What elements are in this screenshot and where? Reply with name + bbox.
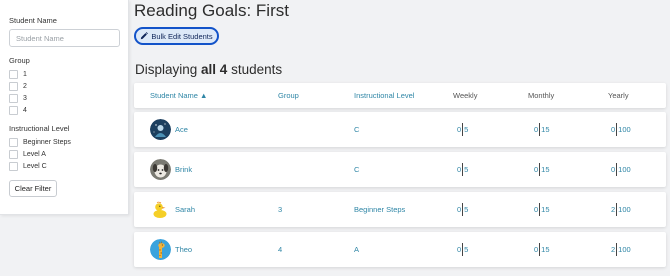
level-filter-option-level-a[interactable]: Level A xyxy=(9,149,46,159)
monthly-progress: 0 15 xyxy=(534,242,550,257)
checkbox[interactable] xyxy=(9,137,18,147)
student-name-link[interactable]: Sarah xyxy=(175,205,195,214)
monthly-done: 0 xyxy=(534,205,539,214)
duck-avatar-icon xyxy=(150,199,171,220)
group-filter-option-3[interactable]: 3 xyxy=(9,93,27,103)
sort-student-name-header[interactable]: Student Name ▲ xyxy=(150,91,207,100)
level-filter-option-level-c[interactable]: Level C xyxy=(9,161,47,171)
checkbox[interactable] xyxy=(9,105,18,115)
group-option-label: 2 xyxy=(23,82,27,90)
weekly-done: 0 xyxy=(457,205,462,214)
space-avatar-icon xyxy=(150,119,171,140)
filter-sidebar: Student Name Group 1 2 3 4 Instructional… xyxy=(0,0,129,215)
student-name-link[interactable]: Ace xyxy=(175,125,188,134)
checkbox[interactable] xyxy=(9,93,18,103)
student-name-filter-label: Student Name xyxy=(9,16,57,25)
table-header: Student Name ▲ Group Instructional Level… xyxy=(134,83,666,108)
monthly-done: 0 xyxy=(534,165,539,174)
yearly-done: 0 xyxy=(611,165,616,174)
yearly-goal: 100 xyxy=(618,125,631,134)
weekly-progress: 05 xyxy=(457,122,468,137)
checkbox[interactable] xyxy=(9,149,18,159)
instructional-level-filter-label: Instructional Level xyxy=(9,124,70,133)
group-filter-option-4[interactable]: 4 xyxy=(9,105,27,115)
level-option-label: Level C xyxy=(23,162,47,170)
monthly-header: Monthly xyxy=(528,91,555,100)
weekly-goal: 5 xyxy=(464,205,469,214)
yearly-progress: 2 100 xyxy=(611,202,631,217)
yearly-done: 2 xyxy=(611,205,616,214)
monthly-done: 0 xyxy=(534,245,539,254)
student-name-link[interactable]: Theo xyxy=(175,245,192,254)
dog-avatar-icon xyxy=(150,159,171,180)
yearly-done: 2 xyxy=(611,245,616,254)
yearly-done: 0 xyxy=(611,125,616,134)
monthly-progress: 0 15 xyxy=(534,122,550,137)
level-option-label: Beginner Steps xyxy=(23,138,71,146)
monthly-goal: 15 xyxy=(541,165,550,174)
table-row[interactable]: Sarah 3 Beginner Steps 05 0 15 2 100 xyxy=(134,192,666,227)
weekly-header: Weekly xyxy=(453,91,478,100)
group-filter-option-1[interactable]: 1 xyxy=(9,69,27,79)
yearly-progress: 0 100 xyxy=(611,162,631,177)
group-option-label: 1 xyxy=(23,70,27,78)
giraffe-avatar-icon xyxy=(150,239,171,260)
pencil-icon xyxy=(141,32,149,40)
group-cell: 3 xyxy=(278,205,283,214)
weekly-done: 0 xyxy=(457,125,462,134)
weekly-goal: 5 xyxy=(464,125,469,134)
group-option-label: 3 xyxy=(23,94,27,102)
yearly-header: Yearly xyxy=(608,91,629,100)
group-cell: 4 xyxy=(278,245,283,254)
level-filter-option-beginner-steps[interactable]: Beginner Steps xyxy=(9,137,71,147)
instructional-level-cell: C xyxy=(354,125,360,134)
weekly-goal: 5 xyxy=(464,165,469,174)
checkbox[interactable] xyxy=(9,81,18,91)
student-name-link[interactable]: Brink xyxy=(175,165,192,174)
displaying-count-text: Displaying all 4 students xyxy=(135,62,282,77)
monthly-progress: 0 15 xyxy=(534,202,550,217)
weekly-done: 0 xyxy=(457,165,462,174)
sort-group-header[interactable]: Group xyxy=(278,91,299,100)
weekly-progress: 05 xyxy=(457,242,468,257)
table-row[interactable]: Brink C 05 0 15 0 100 xyxy=(134,152,666,187)
weekly-progress: 05 xyxy=(457,202,468,217)
bulk-edit-students-button[interactable]: Bulk Edit Students xyxy=(134,27,219,45)
yearly-goal: 100 xyxy=(618,245,631,254)
clear-filter-button[interactable]: Clear Filter xyxy=(9,180,57,197)
weekly-goal: 5 xyxy=(464,245,469,254)
yearly-goal: 100 xyxy=(618,165,631,174)
monthly-goal: 15 xyxy=(541,205,550,214)
bulk-edit-label: Bulk Edit Students xyxy=(151,31,213,41)
yearly-goal: 100 xyxy=(618,205,631,214)
monthly-goal: 15 xyxy=(541,245,550,254)
displaying-suffix: students xyxy=(231,62,283,77)
student-name-filter-input[interactable] xyxy=(9,29,120,47)
group-filter-label: Group xyxy=(9,56,30,65)
group-filter-option-2[interactable]: 2 xyxy=(9,81,27,91)
yearly-progress: 2 100 xyxy=(611,242,631,257)
weekly-done: 0 xyxy=(457,245,462,254)
group-option-label: 4 xyxy=(23,106,27,114)
table-row[interactable]: Ace C 05 0 15 0 100 xyxy=(134,112,666,147)
monthly-goal: 15 xyxy=(541,125,550,134)
instructional-level-cell: Beginner Steps xyxy=(354,205,406,214)
table-row[interactable]: Theo 4 A 05 0 15 2 100 xyxy=(134,232,666,267)
displaying-count: all 4 xyxy=(201,62,228,77)
instructional-level-cell: C xyxy=(354,165,360,174)
weekly-progress: 05 xyxy=(457,162,468,177)
checkbox[interactable] xyxy=(9,69,18,79)
monthly-progress: 0 15 xyxy=(534,162,550,177)
checkbox[interactable] xyxy=(9,161,18,171)
level-option-label: Level A xyxy=(23,150,46,158)
sort-instructional-level-header[interactable]: Instructional Level xyxy=(354,91,414,100)
yearly-progress: 0 100 xyxy=(611,122,631,137)
monthly-done: 0 xyxy=(534,125,539,134)
page-title: Reading Goals: First xyxy=(134,1,289,20)
displaying-prefix: Displaying xyxy=(135,62,198,77)
instructional-level-cell: A xyxy=(354,245,360,254)
